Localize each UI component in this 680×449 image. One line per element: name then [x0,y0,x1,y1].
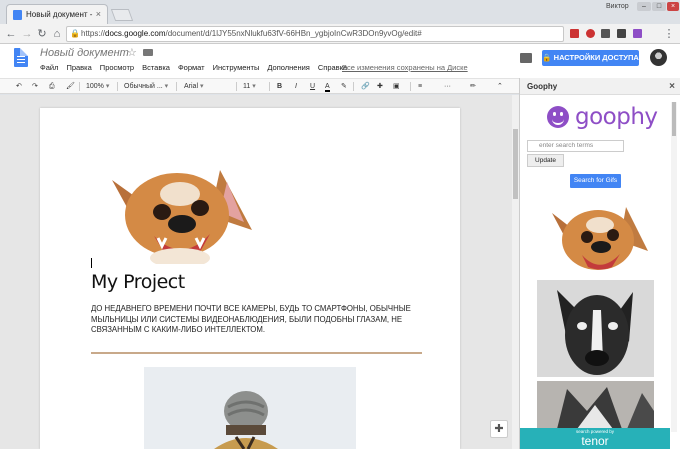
forward-icon[interactable]: → [20,27,34,41]
goophy-logo: goophy [547,104,658,130]
extension-icon[interactable] [586,29,595,38]
close-window-button[interactable]: × [667,2,679,11]
browser-tab[interactable]: Новый документ - × [6,4,108,24]
sidebar-close-icon[interactable]: × [669,78,675,95]
font-size-select[interactable]: 11 [243,81,256,92]
underline-button[interactable]: U [310,81,315,92]
tab-close-icon[interactable]: × [96,9,101,19]
reload-icon[interactable]: ↻ [35,27,49,41]
extension-icon[interactable] [570,29,579,38]
align-icon[interactable]: ≡ [418,81,422,92]
image-icon[interactable]: ▣ [393,81,400,92]
menu-item-edit[interactable]: Правка [66,63,91,72]
profile-name[interactable]: Виктор [606,3,629,10]
document-scrollbar[interactable] [512,95,519,449]
document-heading[interactable]: My Project [91,271,185,293]
new-tab-button[interactable] [110,9,134,21]
menu-item-addons[interactable]: Дополнения [267,63,309,72]
maximize-button[interactable]: □ [652,2,666,11]
print-icon[interactable]: ⎙ [49,81,55,92]
tab-title: Новый документ - [26,10,93,19]
search-input[interactable]: enter search terms [527,140,624,152]
sidebar-scrollbar[interactable] [671,102,677,432]
zoom-select[interactable]: 100% [86,81,109,92]
document-scrollbar-thumb[interactable] [513,129,518,199]
menu-item-view[interactable]: Просмотр [100,63,134,72]
font-select[interactable]: Arial [184,81,234,92]
menu-item-tools[interactable]: Инструменты [213,63,260,72]
horizontal-rule [91,352,422,354]
tenor-attribution[interactable]: search powered by tenor [520,428,670,449]
bold-button[interactable]: B [277,81,282,92]
back-icon[interactable]: ← [4,27,18,41]
menu-icon[interactable]: ⋮ [662,27,676,41]
home-icon[interactable]: ⌂ [50,27,64,41]
comments-icon[interactable] [520,53,532,63]
minimize-button[interactable]: – [637,2,651,11]
menu-item-insert[interactable]: Вставка [142,63,170,72]
editing-mode-icon[interactable]: ✏ [470,81,476,92]
document-body-text[interactable]: ДО НЕДАВНЕГО ВРЕМЕНИ ПОЧТИ ВСЕ КАМЕРЫ, Б… [91,304,421,336]
undo-icon[interactable]: ↶ [16,81,22,92]
browser-tabstrip: Новый документ - × Виктор – □ × [0,0,680,24]
lock-icon: 🔒 [70,29,80,38]
tenor-logo: tenor [581,434,609,448]
style-select[interactable]: Обычный ... [124,81,168,92]
url-input[interactable]: 🔒 https://docs.google.com/document/d/1lJ… [66,26,564,42]
text-color-button[interactable]: A [325,81,330,92]
italic-button[interactable]: I [295,81,297,92]
url-host: docs.google.com [105,29,166,38]
address-bar: ← → ↻ ⌂ 🔒 https://docs.google.com/docume… [0,24,680,44]
folder-icon[interactable] [143,49,153,56]
document-title[interactable]: Новый документ [40,47,129,59]
url-path: /document/d/1lJY55nxNlukfu63fV-66HBn_ygb… [165,29,422,38]
highlight-icon[interactable]: ✎ [341,81,347,92]
text-cursor [91,258,92,268]
save-status-link[interactable]: Все изменения сохранены на Диске [342,63,468,72]
share-button[interactable]: 🔒 НАСТРОЙКИ ДОСТУПА [542,50,639,66]
goophy-logo-text: goophy [575,104,658,130]
gif-result-chihuahua[interactable] [540,199,652,276]
docs-logo-icon[interactable] [14,48,28,67]
formatting-toolbar: ↶ ↷ ⎙ 🖌 100% Обычный ... Arial 11 B I U … [0,78,520,94]
sidebar-scrollbar-thumb[interactable] [672,102,676,136]
avatar[interactable] [650,49,667,66]
menu-item-file[interactable]: Файл [40,63,58,72]
sidebar-header: Goophy × [520,78,680,95]
gif-result-black-dog[interactable] [537,280,654,377]
smile-icon [547,106,569,128]
search-gifs-button[interactable]: Search for Gifs [570,174,621,188]
chihuahua-image[interactable] [92,160,258,264]
extension-icon[interactable] [601,29,610,38]
gif-result-husky[interactable] [537,381,654,429]
redo-icon[interactable]: ↷ [32,81,38,92]
collapse-menus-icon[interactable]: ⌃ [497,81,503,92]
extension-icon[interactable] [617,29,626,38]
explore-button[interactable]: ✚ [490,420,508,438]
pen-extension-icon[interactable] [633,29,642,38]
sidebar-title: Goophy [527,82,558,91]
add-comment-icon[interactable]: ✚ [377,81,383,92]
menu-item-format[interactable]: Формат [178,63,205,72]
paint-format-icon[interactable]: 🖌 [66,81,75,92]
docs-tab-icon [13,9,22,20]
menu-bar: Файл Правка Просмотр Вставка Формат Инст… [40,63,355,72]
update-button[interactable]: Update [527,154,564,167]
docs-header: Новый документ ☆ Файл Правка Просмотр Вс… [0,44,680,78]
more-button[interactable]: ··· [444,81,451,92]
goophy-sidebar: Goophy × goophy enter search terms Updat… [519,78,680,449]
star-icon[interactable]: ☆ [127,46,137,59]
link-icon[interactable]: 🔗 [361,81,370,92]
knit-hat-image[interactable] [144,367,356,449]
